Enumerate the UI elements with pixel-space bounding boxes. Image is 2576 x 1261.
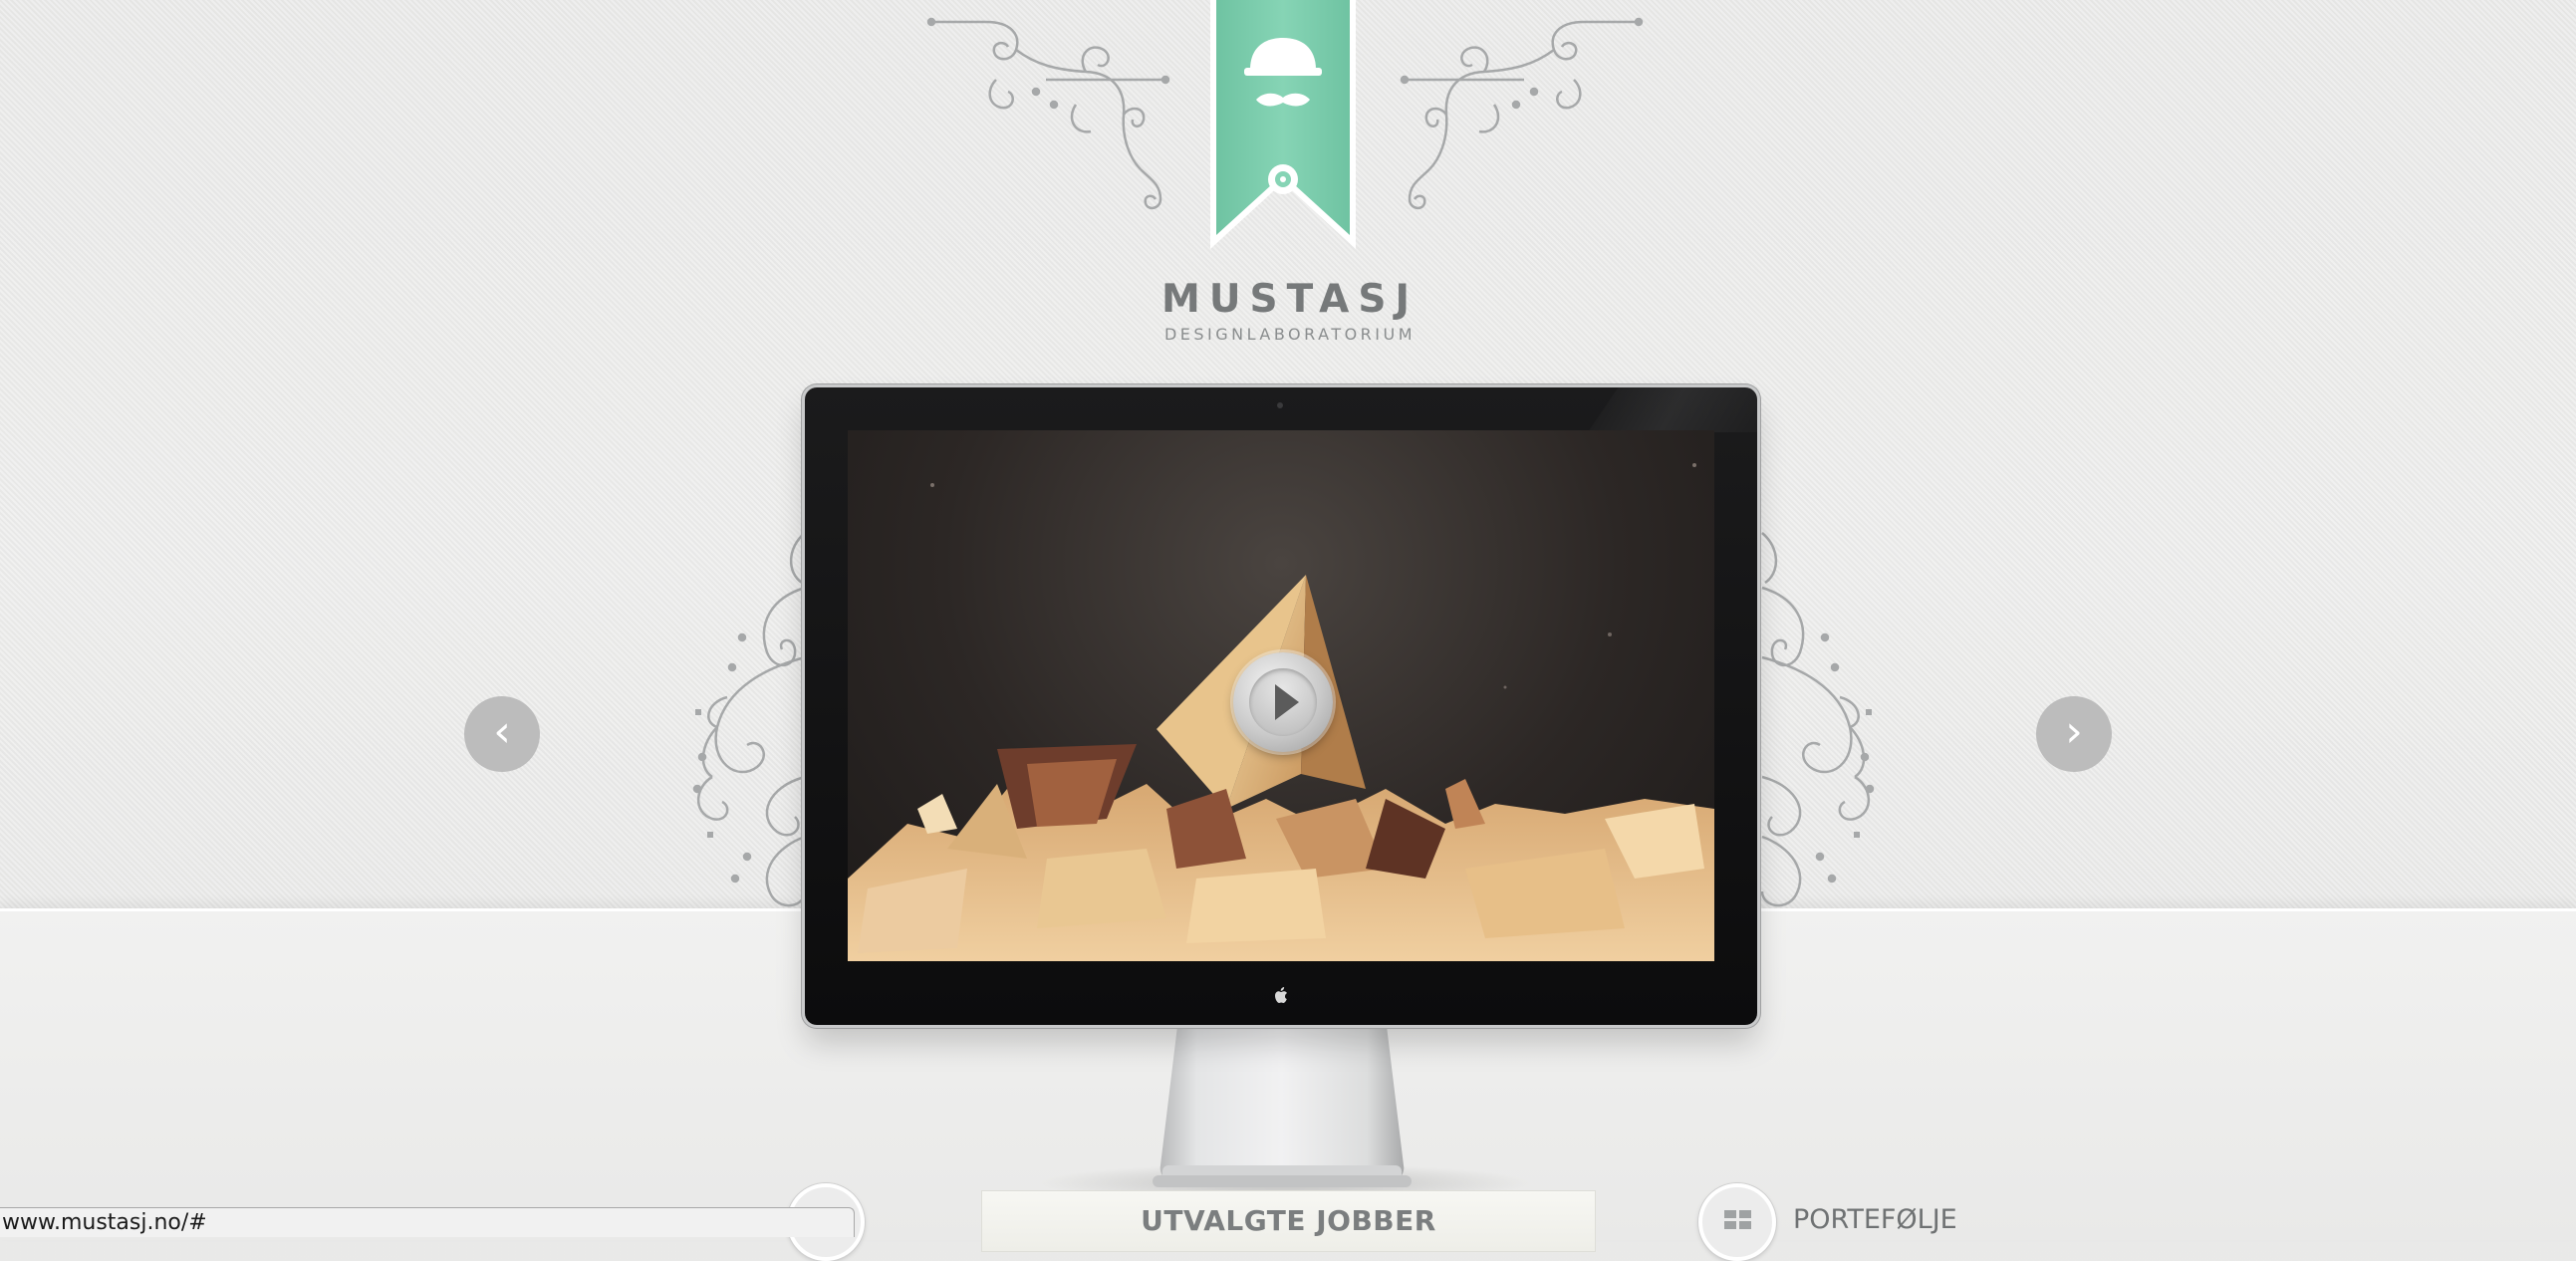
- monitor-stand: [1153, 1026, 1412, 1187]
- apple-logo-icon: [1275, 987, 1287, 1003]
- next-slide-button[interactable]: ›: [2036, 696, 2112, 772]
- ornament-top-left: [926, 17, 1170, 210]
- monitor-camera: [1277, 402, 1283, 408]
- chevron-right-icon: ›: [2065, 706, 2083, 757]
- logo-ribbon[interactable]: [1208, 0, 1358, 254]
- ornament-right: [1760, 532, 1875, 907]
- brand-name: MUSTASJ: [1161, 277, 1418, 322]
- tab-featured-label: UTVALGTE JOBBER: [1141, 1204, 1436, 1237]
- ornament-top-right: [1400, 17, 1644, 210]
- browser-status-bar: www.mustasj.no/#: [0, 1207, 855, 1237]
- portfolio-circle-button[interactable]: [1698, 1183, 1776, 1261]
- tab-portfolio[interactable]: PORTEFØLJE: [1793, 1204, 1957, 1235]
- ornament-left: [692, 532, 807, 907]
- play-button[interactable]: [1233, 652, 1333, 752]
- brand-tagline: DESIGNLABORATORIUM: [1163, 325, 1417, 344]
- prev-slide-button[interactable]: ‹: [464, 696, 540, 772]
- tab-featured-work[interactable]: UTVALGTE JOBBER: [981, 1190, 1596, 1252]
- monitor-gloss: [1588, 387, 1757, 432]
- chevron-left-icon: ‹: [493, 706, 511, 757]
- play-icon: [1275, 684, 1299, 720]
- grid-icon: [1724, 1210, 1752, 1230]
- brand-logo[interactable]: MUSTASJ DESIGNLABORATORIUM: [1096, 277, 1484, 344]
